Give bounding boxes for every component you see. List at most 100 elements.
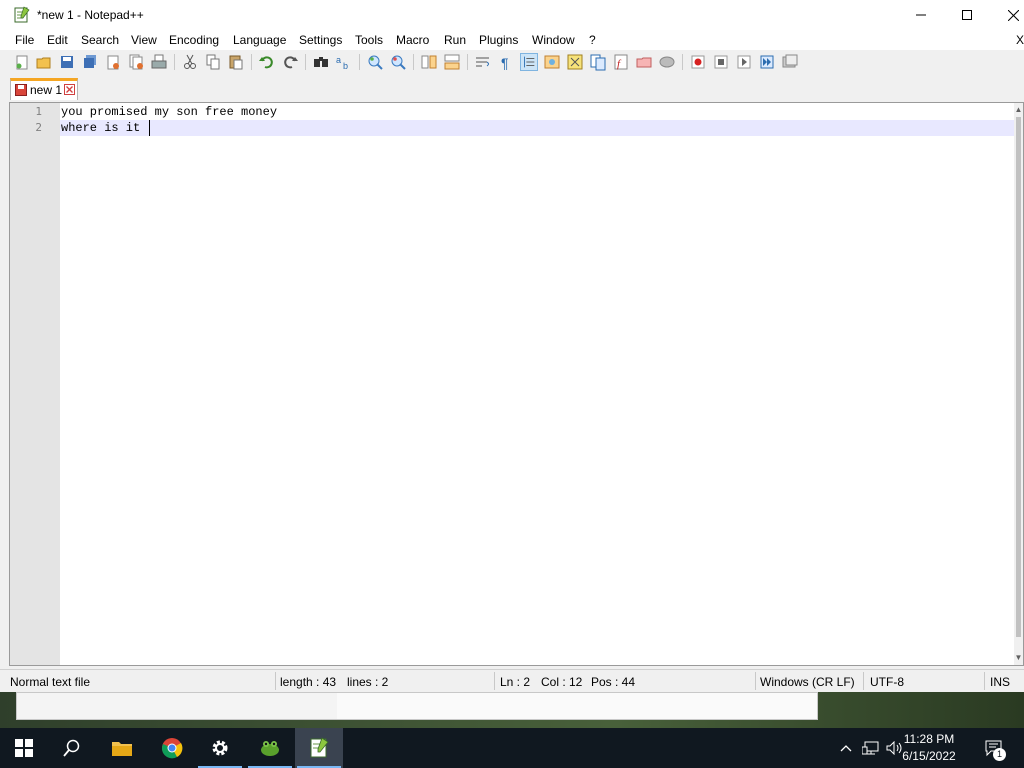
status-file-type: Normal text file bbox=[10, 675, 91, 689]
status-encoding[interactable]: UTF-8 bbox=[870, 675, 904, 689]
close-file-icon[interactable] bbox=[104, 53, 122, 71]
user-defined-language-icon[interactable] bbox=[543, 53, 561, 71]
background-window bbox=[16, 692, 818, 720]
new-file-icon[interactable] bbox=[13, 53, 31, 71]
play-macro-icon[interactable] bbox=[735, 53, 753, 71]
folder-as-workspace-icon[interactable] bbox=[635, 53, 653, 71]
taskbar-frog-app[interactable] bbox=[246, 728, 294, 768]
save-macro-icon[interactable] bbox=[781, 53, 799, 71]
line-number: 2 bbox=[35, 121, 42, 134]
toolbar-separator bbox=[251, 54, 252, 70]
minimize-icon bbox=[916, 14, 926, 16]
status-separator bbox=[755, 672, 756, 690]
taskbar-notepadpp[interactable] bbox=[295, 728, 343, 768]
word-wrap-icon[interactable] bbox=[474, 53, 492, 71]
record-macro-icon[interactable] bbox=[689, 53, 707, 71]
menu-window[interactable]: Window bbox=[532, 33, 575, 47]
menu-edit[interactable]: Edit bbox=[47, 33, 68, 47]
title-bar: *new 1 - Notepad++ bbox=[0, 0, 1024, 30]
text-line[interactable]: you promised my son free money bbox=[60, 104, 277, 120]
tab-close-icon[interactable] bbox=[64, 84, 75, 95]
tab-new-1[interactable]: new 1 bbox=[10, 78, 78, 100]
network-icon bbox=[862, 741, 879, 755]
undo-icon[interactable] bbox=[258, 53, 276, 71]
menu-help[interactable]: ? bbox=[589, 33, 596, 47]
function-list-icon[interactable]: f bbox=[612, 53, 630, 71]
status-eol-format[interactable]: Windows (CR LF) bbox=[760, 675, 855, 689]
scroll-down-icon[interactable]: ▼ bbox=[1014, 653, 1023, 663]
zoom-in-icon[interactable] bbox=[366, 53, 384, 71]
copy-icon[interactable] bbox=[204, 53, 222, 71]
search-button[interactable] bbox=[48, 728, 96, 768]
taskbar-chrome[interactable] bbox=[148, 728, 196, 768]
menu-encoding[interactable]: Encoding bbox=[169, 33, 219, 47]
status-separator bbox=[863, 672, 864, 690]
save-icon[interactable] bbox=[58, 53, 76, 71]
frog-app-icon bbox=[261, 741, 279, 756]
minimize-button[interactable] bbox=[898, 0, 944, 30]
maximize-button[interactable] bbox=[944, 0, 990, 30]
toolbar-separator bbox=[305, 54, 306, 70]
status-separator bbox=[494, 672, 495, 690]
menu-tools[interactable]: Tools bbox=[355, 33, 383, 47]
network-tray-button[interactable] bbox=[860, 728, 882, 768]
notepadpp-window: *new 1 - Notepad++ File Edit Search View… bbox=[0, 0, 1024, 692]
close-all-icon[interactable] bbox=[127, 53, 145, 71]
menu-run[interactable]: Run bbox=[444, 33, 466, 47]
status-separator bbox=[984, 672, 985, 690]
replace-icon[interactable]: ab bbox=[335, 53, 353, 71]
close-icon bbox=[1007, 9, 1019, 21]
chrome-icon bbox=[162, 738, 183, 759]
line-number: 1 bbox=[35, 105, 42, 118]
text-line[interactable]: where is it bbox=[60, 120, 140, 136]
paste-icon[interactable] bbox=[227, 53, 245, 71]
menu-macro[interactable]: Macro bbox=[396, 33, 429, 47]
scroll-up-icon[interactable]: ▲ bbox=[1014, 105, 1023, 115]
monitoring-icon[interactable] bbox=[658, 53, 676, 71]
clock-date: 6/15/2022 bbox=[902, 749, 956, 763]
taskbar-clock[interactable]: 11:28 PM 6/15/2022 bbox=[894, 731, 964, 765]
start-button[interactable] bbox=[0, 728, 48, 768]
text-editor[interactable]: 1 2 you promised my son free money where… bbox=[9, 102, 1024, 666]
status-bar: Normal text file length : 43 lines : 2 L… bbox=[0, 669, 1024, 692]
redo-icon[interactable] bbox=[281, 53, 299, 71]
toolbar-separator bbox=[359, 54, 360, 70]
status-insert-mode[interactable]: INS bbox=[990, 675, 1010, 689]
save-all-icon[interactable] bbox=[81, 53, 99, 71]
zoom-out-icon[interactable] bbox=[389, 53, 407, 71]
status-line: Ln : 2 bbox=[500, 675, 531, 689]
svg-text:a: a bbox=[336, 55, 341, 65]
menu-file[interactable]: File bbox=[15, 33, 34, 47]
file-explorer-icon bbox=[112, 742, 132, 756]
menu-view[interactable]: View bbox=[131, 33, 157, 47]
current-line-highlight bbox=[60, 120, 1016, 136]
menu-language[interactable]: Language bbox=[233, 33, 286, 47]
indent-guide-icon[interactable] bbox=[520, 53, 538, 71]
menu-settings[interactable]: Settings bbox=[299, 33, 342, 47]
open-file-icon[interactable] bbox=[35, 53, 53, 71]
svg-text:¶: ¶ bbox=[501, 55, 509, 71]
menu-close-document[interactable]: X bbox=[1016, 33, 1024, 47]
status-position: Pos : 44 bbox=[591, 675, 636, 689]
show-hidden-icons-button[interactable] bbox=[836, 728, 856, 768]
print-icon[interactable] bbox=[150, 53, 168, 71]
vertical-scrollbar[interactable]: ▲ ▼ bbox=[1014, 103, 1023, 665]
close-window-button[interactable] bbox=[990, 0, 1024, 30]
notepadpp-app-icon bbox=[14, 6, 30, 23]
toolbar-separator bbox=[174, 54, 175, 70]
sync-horizontal-scroll-icon[interactable] bbox=[443, 53, 461, 71]
document-map-icon[interactable] bbox=[566, 53, 584, 71]
cut-icon[interactable] bbox=[181, 53, 199, 71]
taskbar-file-explorer[interactable] bbox=[98, 728, 146, 768]
menu-plugins[interactable]: Plugins bbox=[479, 33, 518, 47]
action-center-button[interactable]: 1 bbox=[980, 728, 1008, 768]
document-list-icon[interactable] bbox=[589, 53, 607, 71]
sync-vertical-scroll-icon[interactable] bbox=[420, 53, 438, 71]
stop-macro-icon[interactable] bbox=[712, 53, 730, 71]
show-all-characters-icon[interactable]: ¶ bbox=[497, 53, 515, 71]
find-icon[interactable] bbox=[312, 53, 330, 71]
menu-search[interactable]: Search bbox=[81, 33, 119, 47]
run-macro-multiple-icon[interactable] bbox=[758, 53, 776, 71]
scrollbar-thumb[interactable] bbox=[1016, 117, 1021, 637]
taskbar-settings[interactable] bbox=[196, 728, 244, 768]
